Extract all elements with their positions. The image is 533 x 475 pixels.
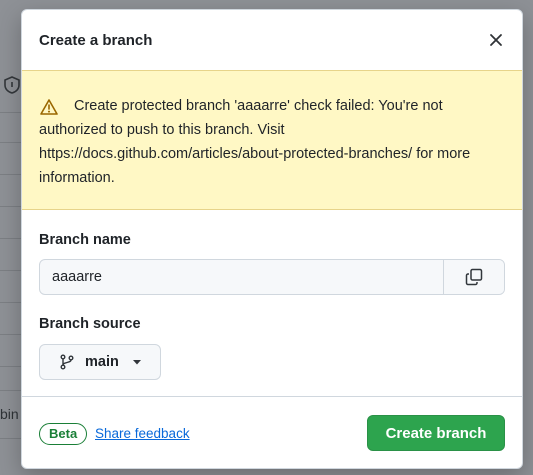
dialog-header: Create a branch [22,10,522,70]
shield-icon [4,76,20,94]
beta-badge: Beta [39,423,88,445]
dialog-title: Create a branch [39,32,153,49]
share-feedback-link[interactable]: Share feedback [95,426,190,441]
chevron-down-icon [132,360,141,365]
create-branch-dialog: Create a branch Create protected branch … [21,9,523,469]
branch-source-label: Branch source [39,316,141,332]
warning-message: Create protected branch 'aaaarre' check … [39,98,471,186]
branch-name-input[interactable] [40,260,444,294]
create-branch-button[interactable]: Create branch [367,415,505,451]
dialog-footer: Beta Share feedback Create branch [22,396,522,468]
branch-source-select[interactable]: main [39,344,161,380]
branch-name-label: Branch name [39,232,131,248]
copy-icon [465,268,483,286]
close-icon [490,34,502,46]
warning-banner: Create protected branch 'aaaarre' check … [22,70,522,210]
branch-source-value: main [85,354,119,370]
git-branch-icon [60,354,74,370]
branch-name-field [39,259,505,295]
copy-button[interactable] [443,260,504,294]
close-button[interactable] [484,28,508,52]
